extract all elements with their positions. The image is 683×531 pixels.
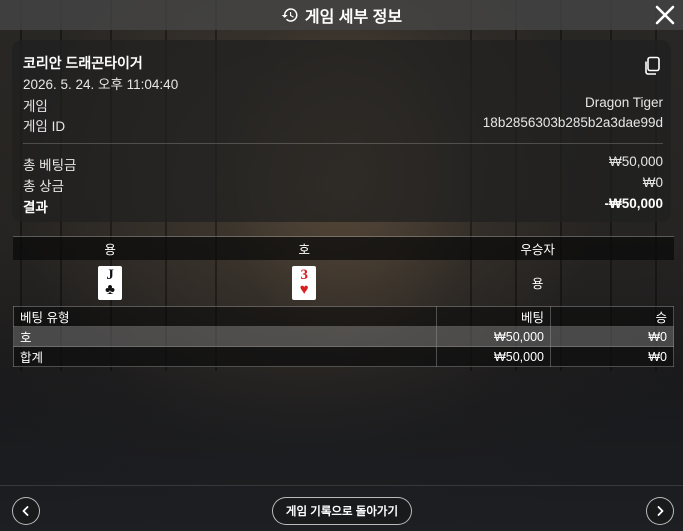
bet-type-cell: 호 bbox=[13, 326, 437, 347]
total-win-value: ₩0 bbox=[642, 175, 663, 190]
round-result-table: 용 호 우승자 J ♣ 3 ♥ 용 bbox=[13, 236, 674, 305]
game-type-value: Dragon Tiger bbox=[584, 95, 663, 110]
game-id-value[interactable]: 18b2856303b285b2a3dae99d bbox=[483, 115, 663, 135]
bet-amount-header: 베팅 bbox=[436, 306, 551, 327]
total-bet-row: 총 베팅금 ₩50,000 bbox=[23, 154, 663, 174]
tiger-header: 호 bbox=[207, 236, 402, 260]
dragon-card-cell: J ♣ bbox=[13, 260, 207, 305]
total-type-cell: 합계 bbox=[13, 346, 437, 367]
chevron-left-icon bbox=[22, 506, 29, 516]
total-win-row: 총 상금 ₩0 bbox=[23, 175, 663, 195]
dragon-card-rank: J bbox=[106, 266, 114, 283]
bet-type-header: 베팅 유형 bbox=[13, 306, 437, 327]
tiger-card-rank: 3 bbox=[300, 266, 308, 283]
previous-game-button[interactable] bbox=[12, 497, 40, 525]
copy-icon[interactable] bbox=[643, 56, 661, 76]
bet-amount-cell: ₩50,000 bbox=[436, 326, 551, 347]
game-id-row: 게임 ID 18b2856303b285b2a3dae99d bbox=[23, 115, 663, 135]
total-bet-cell: ₩50,000 bbox=[436, 346, 551, 367]
winner-header: 우승자 bbox=[401, 236, 674, 260]
page-title: 게임 세부 정보 bbox=[304, 9, 403, 26]
winner-cell: 용 bbox=[531, 277, 544, 291]
win-amount-header: 승 bbox=[550, 306, 674, 327]
win-amount-cell: ₩0 bbox=[550, 326, 674, 347]
table-row: 호 ₩50,000 ₩0 bbox=[13, 326, 674, 347]
dragon-header: 용 bbox=[13, 236, 208, 260]
tiger-card-cell: 3 ♥ bbox=[207, 260, 401, 305]
dragon-card: J ♣ bbox=[98, 265, 123, 300]
club-suit-icon: ♣ bbox=[105, 281, 115, 298]
game-type-label: 게임 bbox=[23, 99, 48, 114]
header-bar: 게임 세부 정보 bbox=[0, 0, 683, 30]
history-clock-icon bbox=[281, 8, 298, 22]
chevron-right-icon bbox=[657, 506, 664, 516]
tiger-card: 3 ♥ bbox=[292, 265, 317, 300]
result-row: 결과 -₩50,000 bbox=[23, 196, 663, 216]
total-win-cell: ₩0 bbox=[550, 346, 674, 367]
result-value: -₩50,000 bbox=[604, 196, 663, 211]
game-id-label: 게임 ID bbox=[23, 119, 66, 134]
bets-table: 베팅 유형 베팅 승 호 ₩50,000 ₩0 합계 ₩50,000 ₩0 bbox=[13, 306, 674, 367]
total-bet-value: ₩50,000 bbox=[608, 154, 663, 169]
header-title-group: 게임 세부 정보 bbox=[281, 3, 402, 27]
footer-bar: 게임 기록으로 돌아가기 bbox=[0, 485, 683, 531]
close-icon[interactable] bbox=[653, 3, 677, 27]
game-name: 코리안 드래곤타이거 bbox=[23, 55, 143, 71]
game-type-row: 게임 Dragon Tiger bbox=[23, 95, 663, 115]
summary-divider bbox=[23, 143, 663, 144]
total-win-label: 총 상금 bbox=[23, 179, 65, 194]
back-to-history-button[interactable]: 게임 기록으로 돌아가기 bbox=[272, 497, 412, 525]
heart-suit-icon: ♥ bbox=[299, 281, 309, 298]
result-label: 결과 bbox=[23, 200, 48, 215]
game-datetime: 2026. 5. 24. 오후 11:04:40 bbox=[23, 77, 179, 92]
next-game-button[interactable] bbox=[646, 497, 674, 525]
game-summary-panel: 코리안 드래곤타이거 2026. 5. 24. 오후 11:04:40 게임 D… bbox=[12, 40, 671, 222]
table-row-total: 합계 ₩50,000 ₩0 bbox=[13, 346, 674, 367]
total-bet-label: 총 베팅금 bbox=[23, 158, 77, 173]
